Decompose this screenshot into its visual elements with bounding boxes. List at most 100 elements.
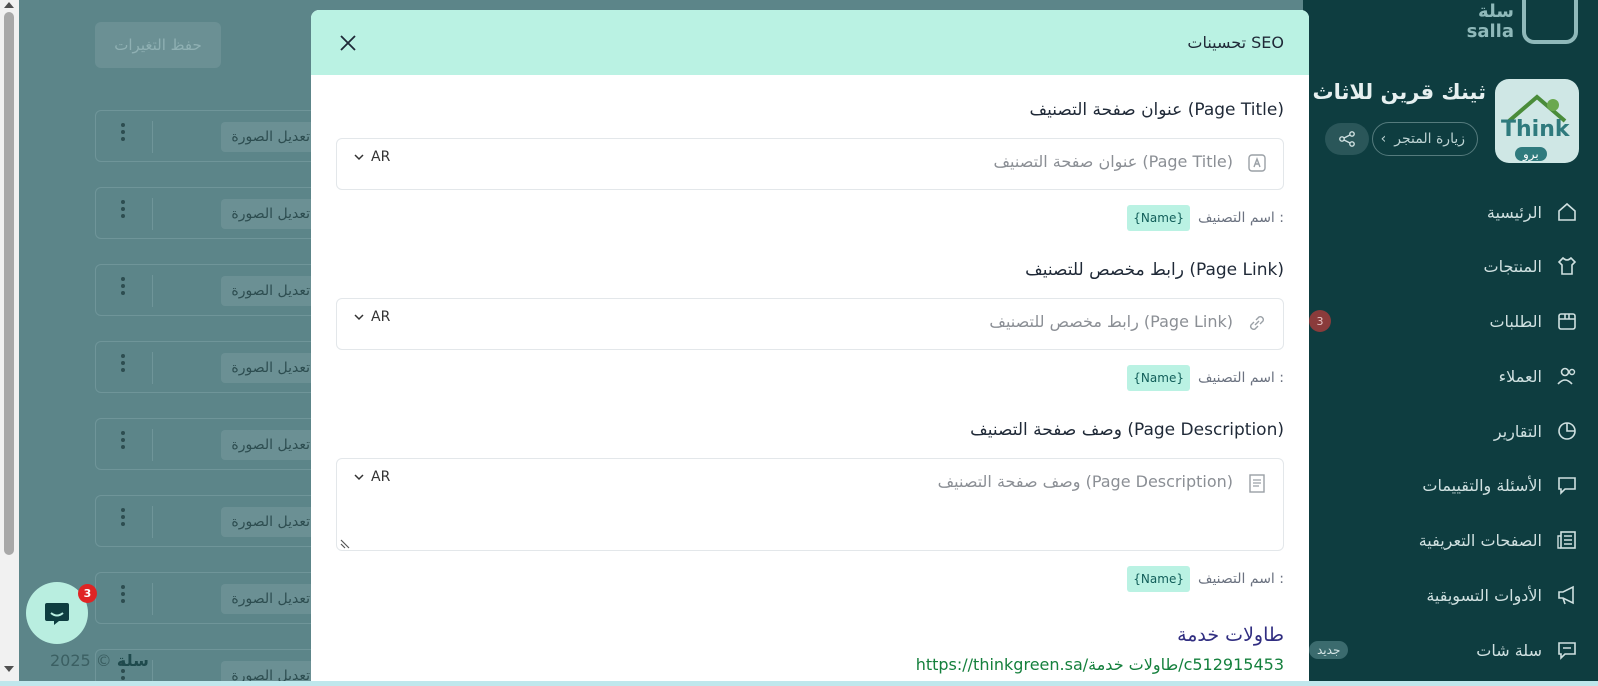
page-scrollbar[interactable] (0, 0, 19, 686)
share-icon (1339, 131, 1355, 147)
users-icon (1556, 365, 1578, 387)
chevron-down-icon (354, 314, 364, 321)
support-chat-button[interactable]: 3 (26, 582, 97, 644)
more-options-icon[interactable] (120, 431, 126, 449)
language-select[interactable]: AR (353, 149, 390, 165)
sidebar-item-label: المنتجات (1483, 256, 1543, 276)
more-options-icon[interactable] (120, 354, 126, 372)
language-select[interactable]: AR (353, 309, 390, 325)
close-button[interactable] (336, 31, 360, 55)
page-link-field[interactable]: AR رابط مخصص للتصنيف (Page Link) (336, 298, 1284, 350)
sidebar-item-label: سلة شات (1476, 640, 1542, 660)
edit-image-button[interactable]: تعديل الصورة (221, 276, 320, 306)
edit-image-button[interactable]: تعديل الصورة (221, 507, 320, 537)
pie-chart-icon (1556, 420, 1578, 442)
edit-image-button[interactable]: تعديل الصورة (221, 430, 320, 460)
sidebar-item-marketing[interactable]: الأدوات التسويقية (1303, 580, 1598, 610)
seo-preview-title: طاولات خدمة (1177, 624, 1284, 646)
divider (152, 506, 153, 538)
salla-logo[interactable]: سلة salla (1462, 0, 1578, 44)
page-description-label: وصف صفحة التصنيف (Page Description) (970, 420, 1284, 440)
seo-modal: تحسينات SEO عنوان صفحة التصنيف (Page Tit… (311, 10, 1309, 686)
language-value: AR (371, 309, 391, 325)
home-icon (1556, 201, 1578, 223)
page-title-label: عنوان صفحة التصنيف (Page Title) (1029, 100, 1285, 120)
page-link-label: رابط مخصص للتصنيف (Page Link) (1025, 260, 1284, 280)
name-variable-chip[interactable]: {Name} (1127, 566, 1190, 592)
copyright-year: 2025 © (50, 651, 112, 670)
store-avatar[interactable]: Think برو (1495, 79, 1579, 163)
chat-notification-badge: 3 (78, 584, 97, 603)
sidebar-item-reports[interactable]: التقارير (1303, 416, 1598, 446)
scroll-up-arrow-icon[interactable] (4, 2, 14, 8)
hint-label: اسم التصنيف : (1197, 370, 1284, 386)
more-options-icon[interactable] (120, 200, 126, 218)
store-name: ثينك قرين للاثاث (1312, 80, 1486, 104)
language-value: AR (371, 469, 391, 485)
copyright-brand: سلة (116, 651, 149, 670)
page-description-hint: {Name} اسم التصنيف : (1127, 566, 1284, 592)
sidebar-item-home[interactable]: الرئيسية (1303, 197, 1598, 227)
shirt-icon (1556, 255, 1578, 277)
bottom-strip (0, 681, 1598, 686)
sidebar-item-label: التقارير (1493, 421, 1542, 441)
chevron-left-icon: ‹ (1380, 131, 1387, 147)
link-icon (1250, 316, 1264, 330)
edit-image-button[interactable]: تعديل الصورة (221, 122, 320, 152)
language-select[interactable]: AR (353, 469, 390, 485)
orders-count-badge: 3 (1309, 310, 1331, 332)
chevron-down-icon (354, 474, 364, 481)
more-options-icon[interactable] (120, 508, 126, 526)
divider (152, 352, 153, 384)
copyright: 2025 © سلة (50, 651, 149, 670)
sidebar-item-label: الرئيسية (1486, 202, 1542, 222)
chevron-down-icon (354, 154, 364, 161)
box-icon (1556, 310, 1578, 332)
text-field-icon (1248, 154, 1266, 172)
page-link-hint: {Name} اسم التصنيف : (1127, 365, 1284, 391)
logo-mark-icon (1522, 0, 1578, 44)
megaphone-icon (1556, 584, 1578, 606)
sidebar: سلة salla Think برو ثينك قرين للاثاث ‹ ز… (1303, 0, 1598, 686)
page-title-field[interactable]: AR عنوان صفحة التصنيف (Page Title) (336, 138, 1284, 190)
name-variable-chip[interactable]: {Name} (1127, 205, 1190, 231)
sidebar-item-orders[interactable]: 3 الطلبات (1303, 306, 1598, 336)
modal-title: تحسينات SEO (1187, 33, 1284, 52)
edit-image-button[interactable]: تعديل الصورة (221, 584, 320, 614)
sidebar-item-customers[interactable]: العملاء (1303, 361, 1598, 391)
sidebar-item-pages[interactable]: الصفحات التعريفية (1303, 525, 1598, 555)
sidebar-item-reviews[interactable]: الأسئلة والتقييمات (1303, 470, 1598, 500)
more-options-icon[interactable] (120, 277, 126, 295)
divider (152, 429, 153, 461)
sidebar-item-label: الأدوات التسويقية (1426, 585, 1542, 605)
close-icon (340, 34, 356, 51)
chat-icon (1556, 639, 1578, 661)
page-title-hint: {Name} اسم التصنيف : (1127, 205, 1284, 231)
sidebar-item-label: الطلبات (1489, 311, 1542, 331)
page-title-input[interactable]: عنوان صفحة التصنيف (Page Title) (993, 152, 1233, 171)
edit-image-button[interactable]: تعديل الصورة (221, 199, 320, 229)
newspaper-icon (1556, 529, 1578, 551)
page-description-input[interactable]: وصف صفحة التصنيف (Page Description) (938, 472, 1233, 491)
edit-image-button[interactable]: تعديل الصورة (221, 353, 320, 383)
page-description-field[interactable]: AR وصف صفحة التصنيف (Page Description) (336, 458, 1284, 551)
modal-header: تحسينات SEO (311, 10, 1309, 75)
sidebar-item-label: الصفحات التعريفية (1418, 530, 1542, 550)
scrollbar-thumb[interactable] (4, 12, 14, 555)
page-link-input[interactable]: رابط مخصص للتصنيف (Page Link) (989, 312, 1233, 331)
share-store-button[interactable] (1325, 123, 1369, 155)
sidebar-item-salla-chat[interactable]: جديد سلة شات (1303, 635, 1598, 665)
save-changes-button[interactable]: حفظ التغيرات (95, 22, 221, 68)
more-options-icon[interactable] (120, 585, 126, 603)
name-variable-chip[interactable]: {Name} (1127, 365, 1190, 391)
sidebar-item-label: العملاء (1498, 366, 1542, 386)
divider (152, 583, 153, 615)
visit-store-link[interactable]: ‹ زيارة المتجر (1371, 122, 1478, 156)
more-options-icon[interactable] (120, 123, 126, 141)
scroll-down-arrow-icon[interactable] (4, 666, 14, 672)
store-avatar-text: Think (1501, 117, 1570, 142)
divider (152, 198, 153, 230)
sidebar-item-products[interactable]: المنتجات (1303, 251, 1598, 281)
resize-handle-icon[interactable] (340, 539, 350, 549)
logo-text: سلة salla (1466, 1, 1514, 42)
